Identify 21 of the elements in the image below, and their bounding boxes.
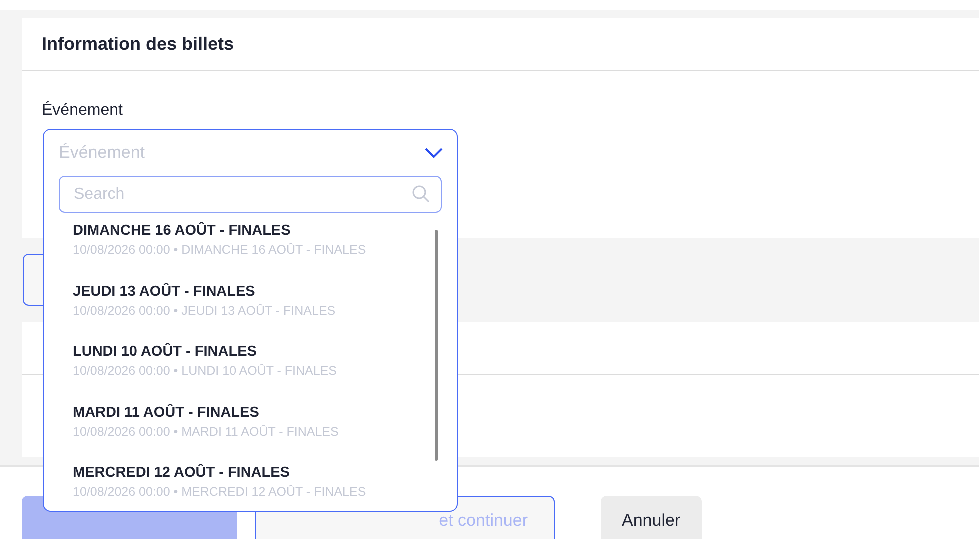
option-subtitle: 10/08/2026 00:00 • LUNDI 10 AOÛT - FINALES <box>73 363 338 380</box>
option-title: DIMANCHE 16 AOÛT - FINALES <box>73 222 292 241</box>
option-title: MARDI 11 AOÛT - FINALES <box>73 404 260 422</box>
section-title: Information des billets <box>42 32 234 56</box>
field-label: Événement <box>42 102 123 119</box>
option-subtitle: 10/08/2026 00:00 • JEUDI 13 AOÛT - FINALES <box>73 302 337 320</box>
search-field[interactable]: Search <box>59 176 442 213</box>
option-title: MERCREDI 12 AOÛT - FINALES <box>73 464 291 483</box>
chevron-down-icon[interactable] <box>425 148 443 158</box>
option-item[interactable]: MARDI 11 AOÛT - FINALES 10/08/2026 00:00 • MARDI 11 AOÛT - FINALES <box>44 404 457 464</box>
select-placeholder: Événement <box>59 142 145 164</box>
option-item[interactable]: DIMANCHE 16 AOÛT - FINALES 10/08/2026 00:00 • DIMANCHE 16 AOÛT - FINALES <box>44 222 457 282</box>
option-item[interactable]: LUNDI 10 AOÛT - FINALES 10/08/2026 00:00 • LUNDI 10 AOÛT - FINALES <box>44 343 457 404</box>
cancel-button[interactable]: Annuler <box>601 496 702 539</box>
option-title: LUNDI 10 AOÛT - FINALES <box>73 343 258 362</box>
option-subtitle: 10/08/2026 00:00 • MARDI 11 AOÛT - FINALES <box>73 424 340 440</box>
option-subtitle: 10/08/2026 00:00 • DIMANCHE 16 AOÛT - FINALES <box>73 242 368 259</box>
option-item[interactable]: JEUDI 13 AOÛT - FINALES 10/08/2026 00:00 • JEUDI 13 AOÛT - FINALES <box>44 282 457 343</box>
search-icon <box>412 185 430 203</box>
option-title: JEUDI 13 AOÛT - FINALES <box>73 282 256 302</box>
scrollbar-thumb[interactable] <box>435 230 438 461</box>
